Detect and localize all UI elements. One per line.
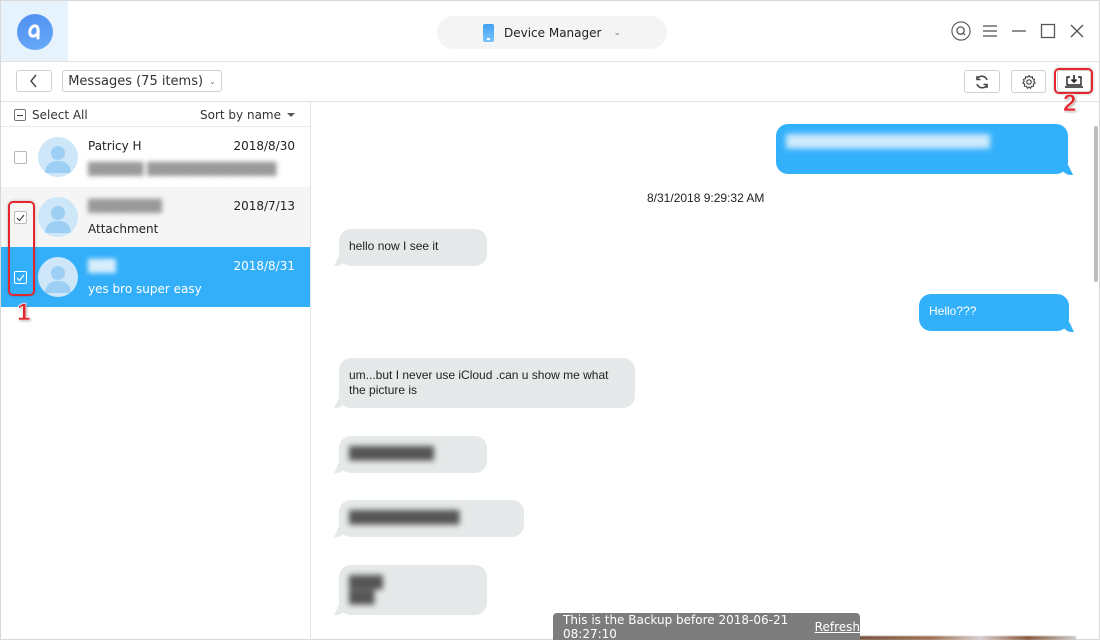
message-text: ████████████████████████ xyxy=(786,134,991,148)
device-manager-dropdown[interactable]: Device Manager ⌄ xyxy=(437,16,667,49)
message-text: ████ ███ xyxy=(349,575,384,604)
avatar xyxy=(38,197,78,237)
device-manager-label: Device Manager xyxy=(504,25,602,40)
contact-name: ███ xyxy=(88,259,116,273)
message-thread: ████████████████████████ 8/31/2018 9:29:… xyxy=(312,102,1099,640)
menu-icon xyxy=(983,25,997,37)
refresh-link[interactable]: Refresh xyxy=(815,620,860,634)
message-text: ██████████ xyxy=(349,446,435,460)
close-button[interactable] xyxy=(1067,19,1087,43)
select-all-label: Select All xyxy=(32,108,88,122)
gear-icon xyxy=(1021,74,1036,89)
backup-notice: This is the Backup before 2018-06-21 08:… xyxy=(553,613,860,640)
chevron-down-icon: ⌄ xyxy=(613,27,621,38)
minimize-icon xyxy=(1012,30,1026,32)
avatar xyxy=(38,257,78,297)
message-bubble-incoming: um...but I never use iCloud .can u show … xyxy=(339,358,635,408)
conversation-date: 2018/8/31 xyxy=(233,259,295,273)
refresh-button[interactable] xyxy=(964,70,1000,93)
list-header: Select All Sort by name xyxy=(1,102,310,127)
refresh-icon xyxy=(976,74,988,89)
message-text: hello now I see it xyxy=(349,239,439,253)
conversation-checkbox[interactable] xyxy=(14,271,27,284)
message-bubble-outgoing: Hello??? xyxy=(919,294,1069,331)
message-bubble-incoming: █████████████ xyxy=(339,500,524,537)
back-button[interactable] xyxy=(16,70,52,92)
message-text: Hello??? xyxy=(929,304,977,318)
message-text: █████████████ xyxy=(349,510,460,524)
maximize-button[interactable] xyxy=(1038,19,1058,43)
chevron-down-icon: ⌄ xyxy=(209,76,216,86)
conversation-item[interactable]: ████████ 2018/7/13 Attachment xyxy=(1,187,310,247)
logo-area xyxy=(1,1,68,61)
message-bubble-incoming: hello now I see it xyxy=(339,229,487,266)
message-timestamp: 8/31/2018 9:29:32 AM xyxy=(647,191,765,205)
settings-button[interactable] xyxy=(1011,70,1046,93)
contact-name: ████████ xyxy=(88,199,162,213)
checkmark-icon xyxy=(16,214,25,221)
toolbar: Messages (75 items) ⌄ xyxy=(1,62,1099,102)
search-icon xyxy=(951,21,971,41)
message-bubble-outgoing: ████████████████████████ xyxy=(776,124,1068,174)
checkmark-icon xyxy=(16,274,25,281)
conversation-checkbox[interactable] xyxy=(14,211,27,224)
caret-down-icon xyxy=(287,113,295,117)
chat-scrollbar[interactable] xyxy=(1094,126,1098,282)
category-label: Messages (75 items) xyxy=(68,73,204,89)
minimize-button[interactable] xyxy=(1009,19,1029,43)
export-to-computer-button[interactable] xyxy=(1057,70,1091,92)
window-controls xyxy=(951,19,1087,43)
title-bar: Device Manager ⌄ xyxy=(1,1,1099,62)
sort-dropdown[interactable]: Sort by name xyxy=(200,108,295,122)
app-logo-icon xyxy=(17,14,53,50)
conversation-item[interactable]: Patricy H 2018/8/30 ██████ █████████████… xyxy=(1,127,310,187)
close-icon xyxy=(1070,24,1084,38)
message-preview: ██████ ██████████████ xyxy=(88,162,277,176)
message-preview: Attachment xyxy=(88,222,159,236)
phone-icon xyxy=(483,23,494,42)
image-attachment-preview xyxy=(836,636,1076,640)
partial-check-icon xyxy=(14,109,26,121)
select-all-checkbox[interactable]: Select All xyxy=(14,108,88,122)
backup-notice-text: This is the Backup before 2018-06-21 08:… xyxy=(563,612,789,640)
conversation-item-selected[interactable]: ███ 2018/8/31 yes bro super easy xyxy=(1,247,310,307)
category-dropdown[interactable]: Messages (75 items) ⌄ xyxy=(62,70,222,92)
export-icon xyxy=(1065,75,1083,88)
chevron-left-icon xyxy=(30,74,37,88)
maximize-icon xyxy=(1040,23,1056,39)
avatar xyxy=(38,137,78,177)
conversation-list-panel: Select All Sort by name Patricy H 2018/8… xyxy=(1,102,311,640)
message-bubble-incoming: ████ ███ xyxy=(339,565,487,615)
message-bubble-incoming: ██████████ xyxy=(339,436,487,473)
message-text: um...but I never use iCloud .can u show … xyxy=(349,368,609,397)
search-button[interactable] xyxy=(951,19,971,43)
menu-button[interactable] xyxy=(980,19,1000,43)
conversation-date: 2018/7/13 xyxy=(233,199,295,213)
app-window: Device Manager ⌄ Messages (75 items) ⌄ 2… xyxy=(0,0,1100,640)
sort-label: Sort by name xyxy=(200,108,281,122)
contact-name: Patricy H xyxy=(88,139,142,153)
message-preview: yes bro super easy xyxy=(88,282,202,296)
conversation-date: 2018/8/30 xyxy=(233,139,295,153)
conversation-checkbox[interactable] xyxy=(14,151,27,164)
